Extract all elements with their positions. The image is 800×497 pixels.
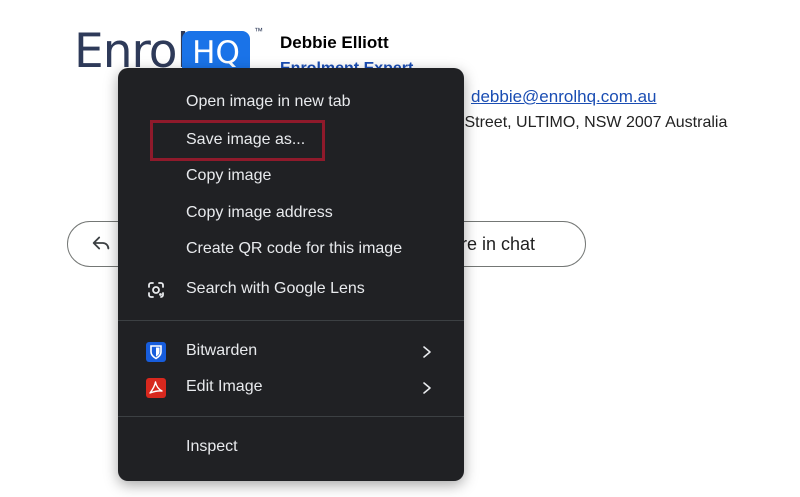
adobe-acrobat-icon xyxy=(146,378,166,398)
menu-item-inspect[interactable]: Inspect xyxy=(118,430,464,466)
menu-item-label: Inspect xyxy=(186,438,238,455)
menu-item-edit-image[interactable]: Edit Image xyxy=(118,370,464,406)
menu-item-bitwarden[interactable]: Bitwarden xyxy=(118,334,464,370)
menu-divider xyxy=(118,320,464,321)
signature-name: Debbie Elliott xyxy=(280,33,389,52)
menu-item-label: Edit Image xyxy=(186,378,263,395)
menu-item-copy-image[interactable]: Copy image xyxy=(118,159,464,195)
menu-item-copy-image-address[interactable]: Copy image address xyxy=(118,196,464,232)
menu-item-label: Open image in new tab xyxy=(186,93,351,110)
menu-divider xyxy=(118,416,464,417)
menu-item-open-image-new-tab[interactable]: Open image in new tab xyxy=(118,85,464,121)
menu-item-label: Bitwarden xyxy=(186,342,258,359)
chevron-right-icon xyxy=(423,346,431,358)
signature-address: s Street, ULTIMO, NSW 2007 Australia xyxy=(452,114,728,131)
menu-item-label: Search with Google Lens xyxy=(186,280,365,297)
menu-item-label: Copy image address xyxy=(186,204,333,221)
menu-item-create-qr-code[interactable]: Create QR code for this image xyxy=(118,232,464,268)
context-menu: Open image in new tab Save image as... C… xyxy=(118,68,464,481)
reply-icon xyxy=(92,236,110,250)
bitwarden-icon xyxy=(146,342,166,362)
menu-item-search-google-lens[interactable]: Search with Google Lens xyxy=(118,272,464,308)
logo-trademark: ™ xyxy=(254,26,263,36)
google-lens-icon xyxy=(148,282,164,298)
signature-email-link[interactable]: debbie@enrolhq.com.au xyxy=(471,87,657,107)
chevron-right-icon xyxy=(423,382,431,394)
menu-item-label: Create QR code for this image xyxy=(186,240,403,257)
save-image-highlight-box xyxy=(150,120,325,161)
menu-item-label: Copy image xyxy=(186,167,272,184)
